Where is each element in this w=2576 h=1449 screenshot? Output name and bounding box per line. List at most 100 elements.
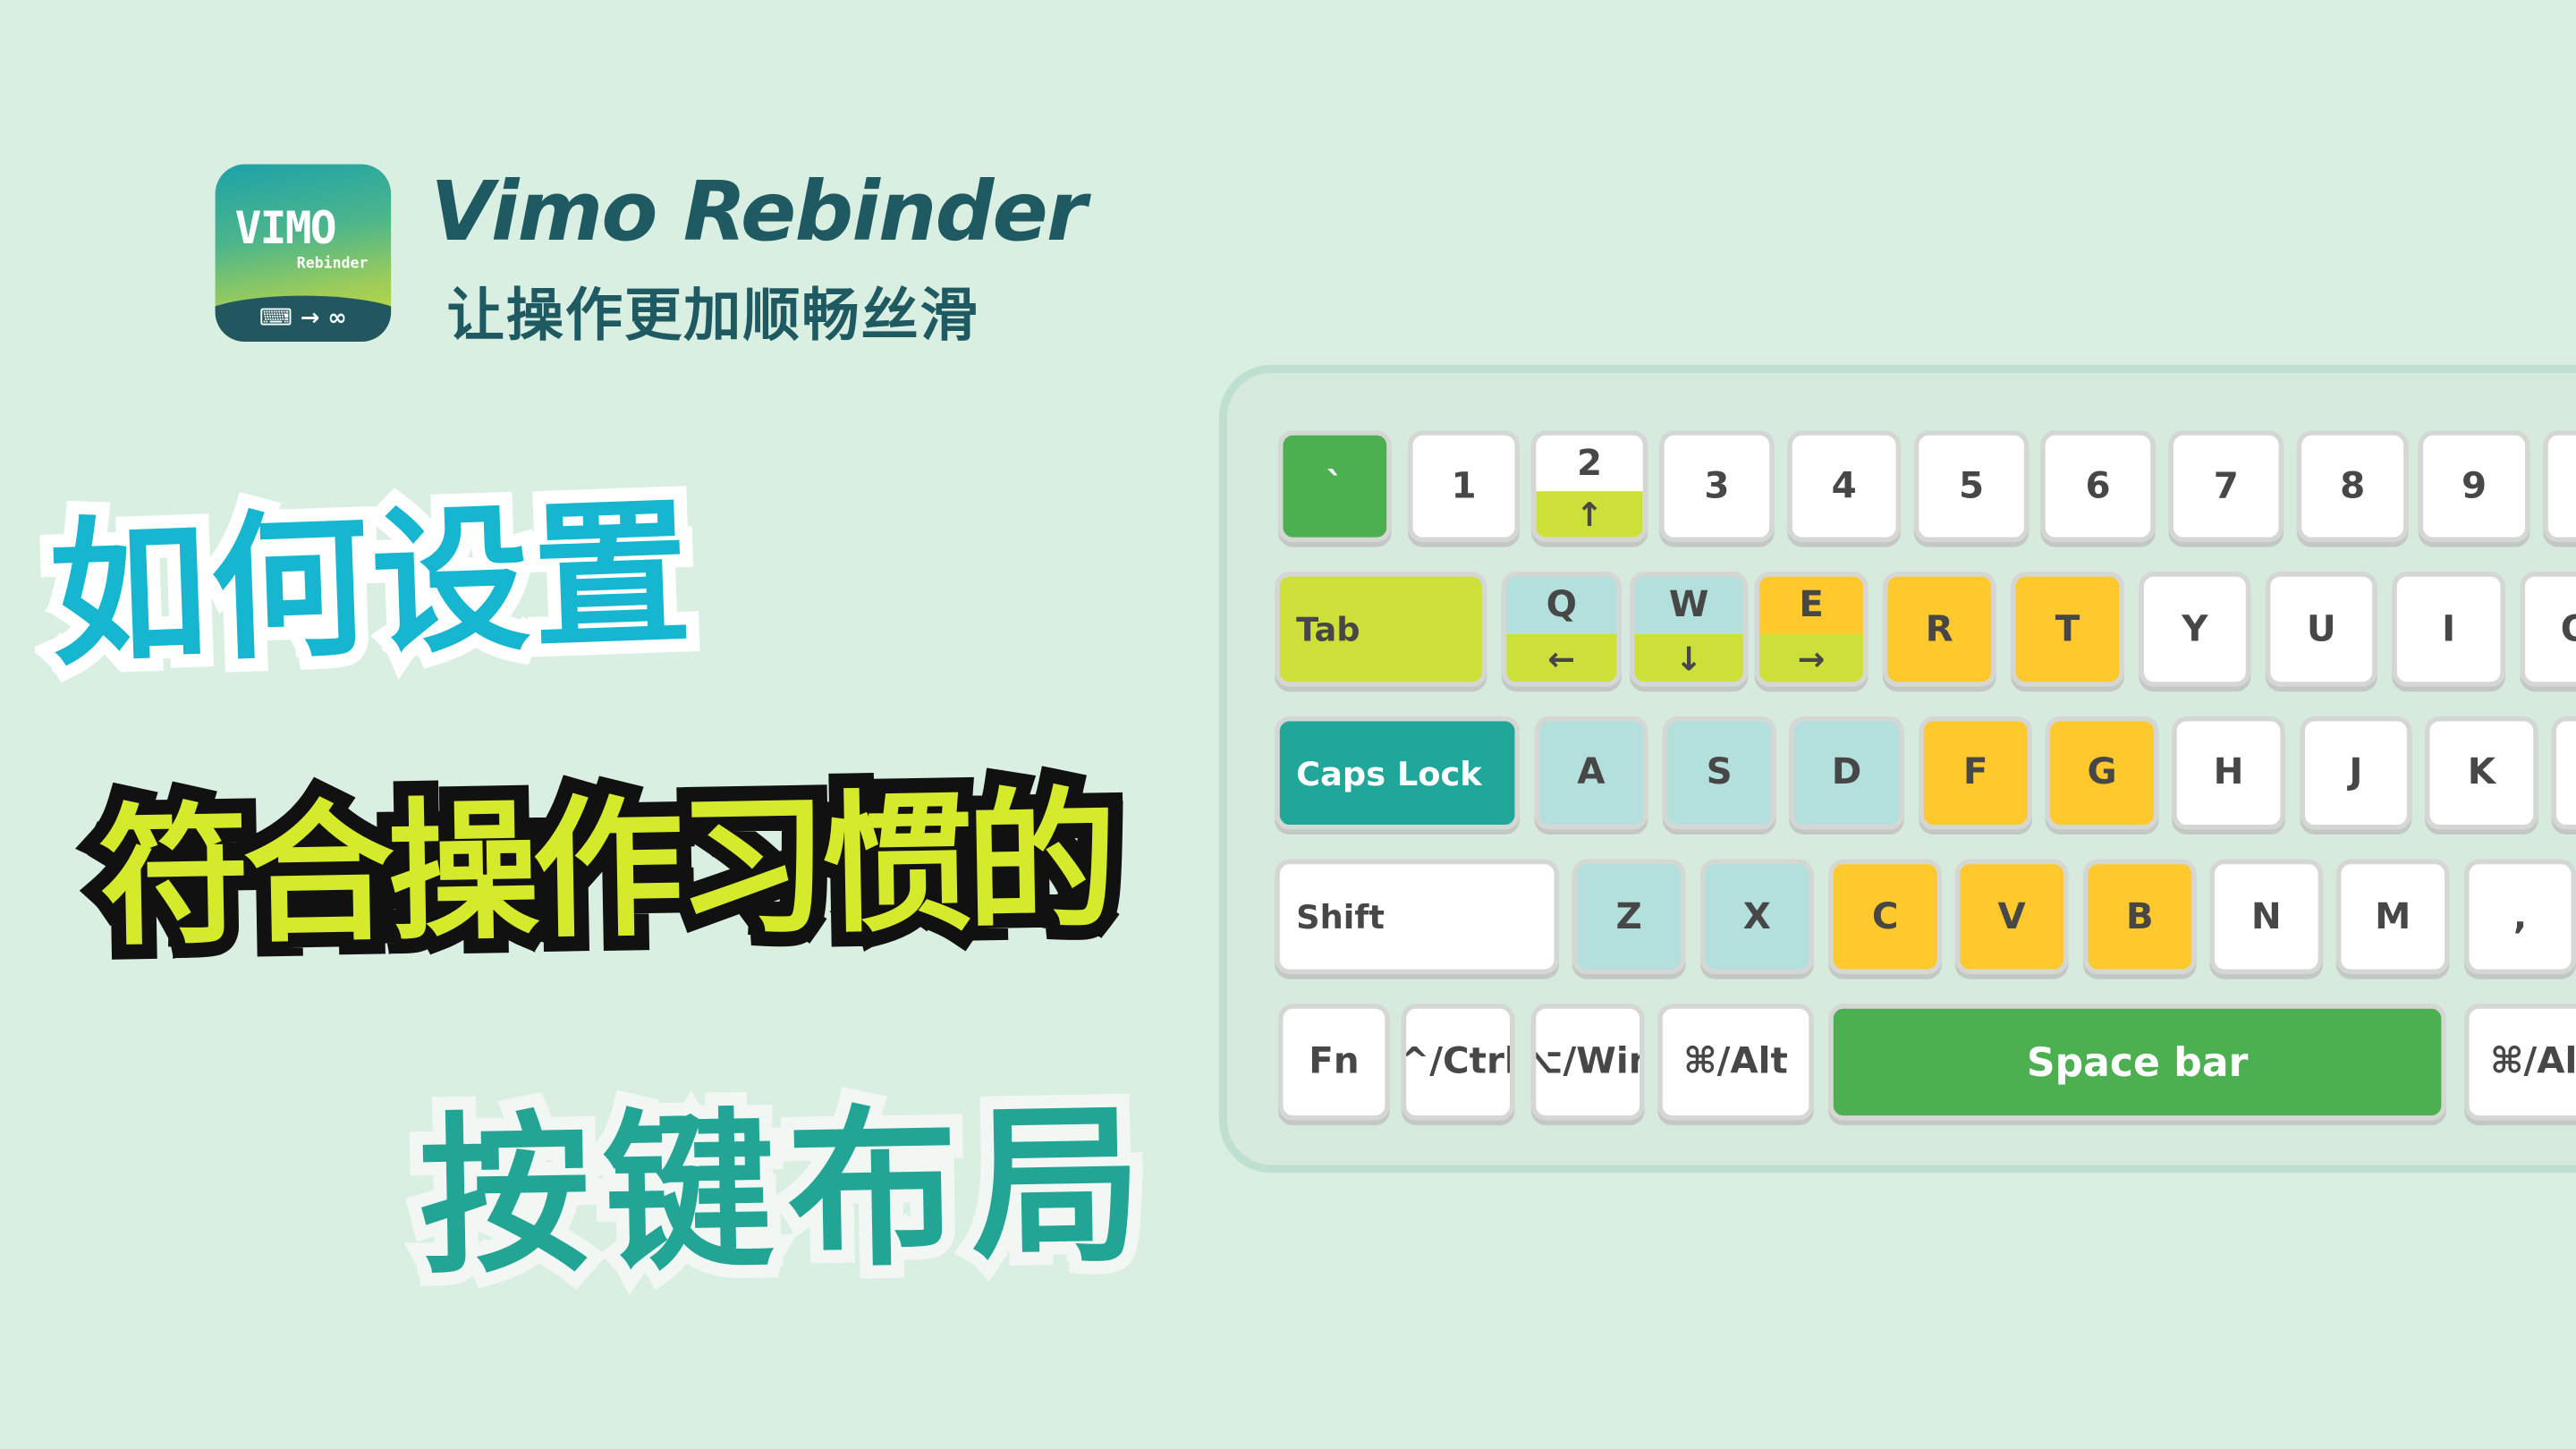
key-label: ^/Ctrl [1401, 1041, 1515, 1083]
key-t: T [2011, 572, 2124, 687]
key-symbol: ` [1277, 430, 1392, 543]
key-label: , [2512, 895, 2528, 937]
key-label: I [2442, 608, 2456, 650]
key-label: Tab [1296, 609, 1360, 649]
keyboard-to-infinity-icon: ⌨ → ∞ [258, 305, 347, 333]
key-label: 1 [1451, 465, 1477, 507]
key-m: M [2335, 859, 2450, 975]
key-label: 2 [1576, 443, 1603, 485]
app-subtitle: 让操作更加顺畅丝滑 [446, 284, 979, 351]
logo-subtext: Rebinder [296, 256, 369, 273]
key-w: W ↓ [1630, 572, 1749, 687]
key-ctrl: ^/Ctrl [1401, 1004, 1515, 1121]
key-label: Shift [1296, 896, 1385, 936]
logo-text: VIMO [234, 203, 337, 255]
app-logo: VIMO Rebinder ⌨ → ∞ [215, 164, 392, 343]
key-caps-lock: Caps Lock [1275, 716, 1520, 830]
key-win: ⌥/Win [1530, 1004, 1645, 1121]
key-7: 7 [2168, 430, 2284, 543]
key-label: 7 [2213, 465, 2239, 507]
thumbnail-canvas: VIMO Rebinder ⌨ → ∞ Vimo Rebinder 让操作更加顺… [0, 0, 2576, 1449]
key-label: 9 [2462, 465, 2487, 507]
key-alt: ⌘/Alt [2464, 1004, 2576, 1121]
key-fn: Fn [1277, 1004, 1390, 1121]
key-label: Q [1546, 585, 1577, 626]
key-label: X [1742, 895, 1771, 937]
key-y: Y [2139, 572, 2251, 687]
key-r: R [1882, 572, 1996, 687]
key-4: 4 [1787, 430, 1902, 543]
arrow-icon: ↓ [1634, 634, 1743, 682]
key-label: U [2306, 608, 2336, 650]
key-q: Q ← [1501, 572, 1622, 687]
key-b: B [2082, 859, 2197, 975]
key-label: G [2087, 752, 2117, 794]
key-9: 9 [2418, 430, 2530, 543]
app-title: Vimo Rebinder [430, 164, 1087, 260]
key-v: V [1954, 859, 2069, 975]
key-h: H [2172, 716, 2285, 830]
key-label: ⌥/Win [1536, 1041, 1640, 1083]
arrow-icon: → [1759, 634, 1863, 682]
key-0: 0 [2543, 430, 2576, 543]
key-label: Z [1615, 895, 1642, 937]
key-n: N [2209, 859, 2324, 975]
key-label: Fn [1309, 1041, 1360, 1083]
key-1: 1 [1408, 430, 1520, 543]
key-label: M [2375, 895, 2411, 937]
key-tab: Tab [1275, 572, 1487, 687]
key-label: 5 [1959, 465, 1985, 507]
key-k: K [2425, 716, 2538, 830]
key-u: U [2265, 572, 2377, 687]
arrow-icon: ↑ [1536, 491, 1643, 538]
key-symbol: , [2464, 859, 2576, 975]
key-g: G [2045, 716, 2159, 830]
key-label: N [2250, 895, 2282, 937]
key-label: 3 [1704, 465, 1730, 507]
key-label: 4 [1831, 465, 1857, 507]
key-label: R [1925, 608, 1953, 650]
key-label: ` [1326, 465, 1344, 507]
key-label: Space bar [2026, 1038, 2249, 1086]
headline-line-1: 如何设置 [34, 469, 710, 701]
key-label: ⌘/Alt [2490, 1041, 2576, 1083]
key-a: A [1534, 716, 1648, 830]
key-label: A [1577, 752, 1606, 794]
key-c: C [1828, 859, 1943, 975]
key-alt: ⌘/Alt [1657, 1004, 1814, 1121]
key-label: H [2213, 752, 2244, 794]
key-i: I [2392, 572, 2506, 687]
key-5: 5 [1913, 430, 2029, 543]
headline-line-3: 按键布局 [404, 1072, 1170, 1311]
key-space-bar: Space bar [1828, 1004, 2446, 1121]
key-label: O [2561, 609, 2576, 650]
key-label: Y [2182, 608, 2208, 650]
key-s: S [1662, 716, 1776, 830]
arrow-icon: ← [1506, 634, 1617, 682]
key-label: T [2055, 608, 2080, 650]
key-d: D [1789, 716, 1904, 830]
key-label: F [1962, 752, 1988, 794]
headline-line-2: 符合操作习惯的 [82, 758, 1127, 981]
key-e: E → [1754, 572, 1868, 687]
key-3: 3 [1659, 430, 1775, 543]
key-label: K [2467, 752, 2496, 794]
key-6: 6 [2040, 430, 2156, 543]
key-shift: Shift [1275, 859, 1560, 975]
key-8: 8 [2296, 430, 2409, 543]
key-label: 8 [2340, 465, 2366, 507]
key-label: B [2125, 895, 2154, 937]
key-label: Caps Lock [1296, 753, 1482, 793]
key-j: J [2300, 716, 2412, 830]
key-f: F [1919, 716, 2033, 830]
key-label: E [1799, 585, 1824, 626]
key-x: X [1700, 859, 1814, 975]
key-o: O [2520, 572, 2576, 687]
key-label: S [1706, 752, 1733, 794]
key-label: 6 [2085, 465, 2111, 507]
key-label: ⌘/Alt [1683, 1041, 1788, 1083]
key-label: J [2349, 752, 2363, 794]
key-label: W [1668, 585, 1709, 626]
key-label: C [1871, 895, 1899, 937]
key-label: D [1831, 752, 1862, 794]
